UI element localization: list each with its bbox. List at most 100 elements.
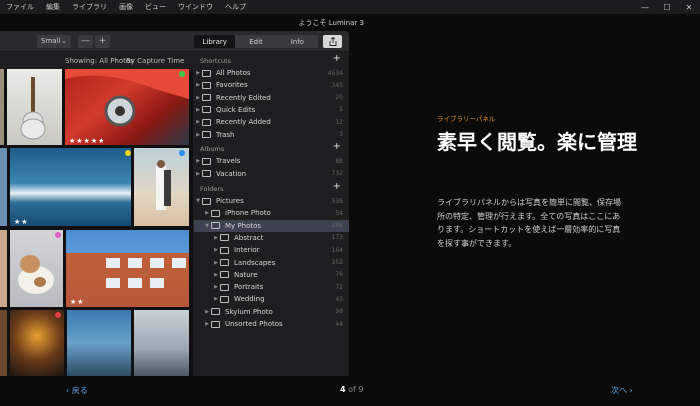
menu-image[interactable]: 画像 bbox=[113, 2, 139, 12]
row-count: 72 bbox=[335, 283, 343, 291]
photo-thumbnail[interactable] bbox=[0, 230, 7, 307]
menu-edit[interactable]: 編集 bbox=[40, 2, 66, 12]
photo-thumbnail[interactable] bbox=[7, 69, 62, 145]
bottom-nav: ‹ 戻る 4 of 9 次へ › bbox=[0, 376, 700, 406]
chevron-right-icon[interactable]: ▶ bbox=[203, 309, 211, 315]
chevron-right-icon[interactable]: ▶ bbox=[203, 321, 211, 327]
showing-filter[interactable]: Showing: All Photos bbox=[65, 57, 134, 65]
row-label: Recently Added bbox=[216, 118, 271, 127]
thumbnail-size-select[interactable]: Small ⌄ bbox=[37, 35, 71, 48]
maximize-icon[interactable]: ☐ bbox=[656, 0, 678, 14]
menu-window[interactable]: ウインドウ bbox=[172, 2, 219, 12]
menu-view[interactable]: ビュー bbox=[139, 2, 172, 12]
sidebar-item-folder[interactable]: ▶ Nature 76 bbox=[194, 269, 349, 281]
description: ライブラリパネルからは写真を簡単に閲覧、保存場所の特定、管理が行えます。全ての写… bbox=[437, 198, 621, 248]
rating-stars[interactable]: ★★ bbox=[14, 218, 29, 226]
chevron-right-icon[interactable]: ▶ bbox=[194, 70, 202, 76]
sidebar-item-folder[interactable]: ▶ Abstract 173 bbox=[194, 232, 349, 244]
row-count: 44 bbox=[335, 320, 343, 328]
tab-library[interactable]: Library bbox=[194, 35, 236, 48]
sidebar-item-folder[interactable]: ▶ Portraits 72 bbox=[194, 281, 349, 293]
guitar-image bbox=[20, 77, 46, 140]
chevron-right-icon[interactable]: ▶ bbox=[212, 247, 220, 253]
sidebar-item-folder[interactable]: ▶ Interior 164 bbox=[194, 244, 349, 256]
chevron-right-icon[interactable]: ▶ bbox=[194, 82, 202, 88]
chevron-right-icon: › bbox=[627, 386, 633, 395]
zoom-out-button[interactable]: — bbox=[78, 35, 93, 48]
sidebar-item-shortcut[interactable]: ▶ Quick Edits 5 bbox=[194, 104, 349, 116]
chevron-right-icon[interactable]: ▶ bbox=[194, 171, 202, 177]
menu-library[interactable]: ライブラリ bbox=[66, 2, 113, 12]
row-label: Wedding bbox=[234, 295, 265, 304]
chevron-right-icon[interactable]: ▶ bbox=[212, 284, 220, 290]
sidebar-item-folder[interactable]: ▶ Wedding 43 bbox=[194, 293, 349, 305]
color-label-pink bbox=[55, 232, 61, 238]
chevron-right-icon[interactable]: ▶ bbox=[212, 235, 220, 241]
sidebar-item-folder[interactable]: ▼ Pictures 536 bbox=[194, 195, 349, 207]
sidebar-item-shortcut[interactable]: ▶ Trash 3 bbox=[194, 129, 349, 141]
zoom-in-button[interactable]: + bbox=[95, 35, 110, 48]
sidebar-item-folder[interactable]: ▶ Skylum Photo 98 bbox=[194, 306, 349, 318]
chevron-right-icon[interactable]: ▶ bbox=[194, 132, 202, 138]
sort-select[interactable]: By Capture Time bbox=[126, 57, 184, 65]
photo-thumbnail[interactable] bbox=[10, 310, 64, 376]
library-toolbar: Small ⌄ — + Library Edit Info bbox=[0, 31, 349, 52]
photo-thumbnail[interactable]: ★★ bbox=[66, 230, 189, 307]
rating-stars[interactable]: ★★★★★ bbox=[69, 137, 105, 145]
sidebar-item-folder[interactable]: ▶ Landscapes 352 bbox=[194, 257, 349, 269]
row-label: Nature bbox=[234, 270, 258, 279]
share-button[interactable] bbox=[323, 35, 342, 48]
sidebar-item-shortcut[interactable]: ▶ Recently Added 12 bbox=[194, 116, 349, 128]
chevron-right-icon[interactable]: ▶ bbox=[212, 272, 220, 278]
photo-thumbnail[interactable] bbox=[67, 310, 131, 376]
grid-icon bbox=[202, 106, 211, 114]
sidebar-item-shortcut[interactable]: ▶ All Photos 4534 bbox=[194, 67, 349, 79]
chevron-right-icon[interactable]: ▶ bbox=[194, 158, 202, 164]
chevron-right-icon[interactable]: ▶ bbox=[212, 260, 220, 266]
chevron-right-icon[interactable]: ▶ bbox=[194, 119, 202, 125]
photo-thumbnail[interactable] bbox=[0, 310, 7, 376]
next-button[interactable]: 次へ › bbox=[611, 385, 633, 396]
chevron-right-icon[interactable]: ▶ bbox=[203, 210, 211, 216]
photo-thumbnail[interactable]: ★★★★★ bbox=[65, 69, 189, 145]
add-album-button[interactable]: + bbox=[333, 142, 341, 152]
section-kicker: ライブラリーパネル bbox=[437, 115, 496, 123]
folder-icon bbox=[211, 308, 220, 316]
rating-stars[interactable]: ★★ bbox=[70, 298, 85, 306]
photo-thumbnail[interactable] bbox=[0, 148, 7, 226]
add-folder-button[interactable]: + bbox=[333, 182, 341, 192]
sidebar-item-folder[interactable]: ▶ iPhone Photo 54 bbox=[194, 207, 349, 219]
sidebar-item-shortcut[interactable]: ▶ Favorites 345 bbox=[194, 79, 349, 91]
chevron-right-icon[interactable]: ▶ bbox=[194, 95, 202, 101]
tab-edit[interactable]: Edit bbox=[235, 35, 276, 48]
photo-thumbnail[interactable] bbox=[0, 69, 4, 145]
sidebar-item-shortcut[interactable]: ▶ Recently Edited 20 bbox=[194, 92, 349, 104]
share-icon bbox=[329, 37, 336, 46]
sidebar-item-folder[interactable]: ▼ My Photos 246 bbox=[194, 219, 349, 232]
photo-thumbnail[interactable] bbox=[134, 310, 189, 376]
row-count: 173 bbox=[331, 234, 343, 242]
menu-file[interactable]: ファイル bbox=[0, 2, 40, 12]
chevron-right-icon[interactable]: ▶ bbox=[212, 296, 220, 302]
sidebar-item-folder[interactable]: ▶ Unsorted Photos 44 bbox=[194, 318, 349, 330]
menu-help[interactable]: ヘルプ bbox=[219, 2, 252, 12]
folder-icon bbox=[220, 246, 229, 254]
sidebar-item-album[interactable]: ▶ Travels 88 bbox=[194, 155, 349, 167]
row-count: 54 bbox=[335, 209, 343, 217]
chevron-right-icon[interactable]: ▶ bbox=[194, 107, 202, 113]
photo-thumbnail[interactable]: ★★ bbox=[10, 148, 131, 226]
photo-thumbnail[interactable] bbox=[134, 148, 189, 226]
back-button[interactable]: ‹ 戻る bbox=[66, 385, 88, 396]
sidebar-item-album[interactable]: ▶ Vacation 732 bbox=[194, 168, 349, 180]
folder-icon bbox=[220, 295, 229, 303]
folders-header: Folders bbox=[200, 185, 224, 193]
chevron-down-icon[interactable]: ▼ bbox=[194, 198, 202, 204]
tab-info[interactable]: Info bbox=[277, 35, 318, 48]
chevron-down-icon[interactable]: ▼ bbox=[203, 223, 211, 229]
add-shortcut-button[interactable]: + bbox=[333, 54, 341, 64]
wedding-couple-image bbox=[156, 160, 171, 210]
photo-thumbnail[interactable] bbox=[10, 230, 63, 307]
minimize-icon[interactable]: — bbox=[634, 0, 656, 14]
close-icon[interactable]: ✕ bbox=[678, 0, 700, 14]
row-label: Trash bbox=[216, 130, 235, 139]
